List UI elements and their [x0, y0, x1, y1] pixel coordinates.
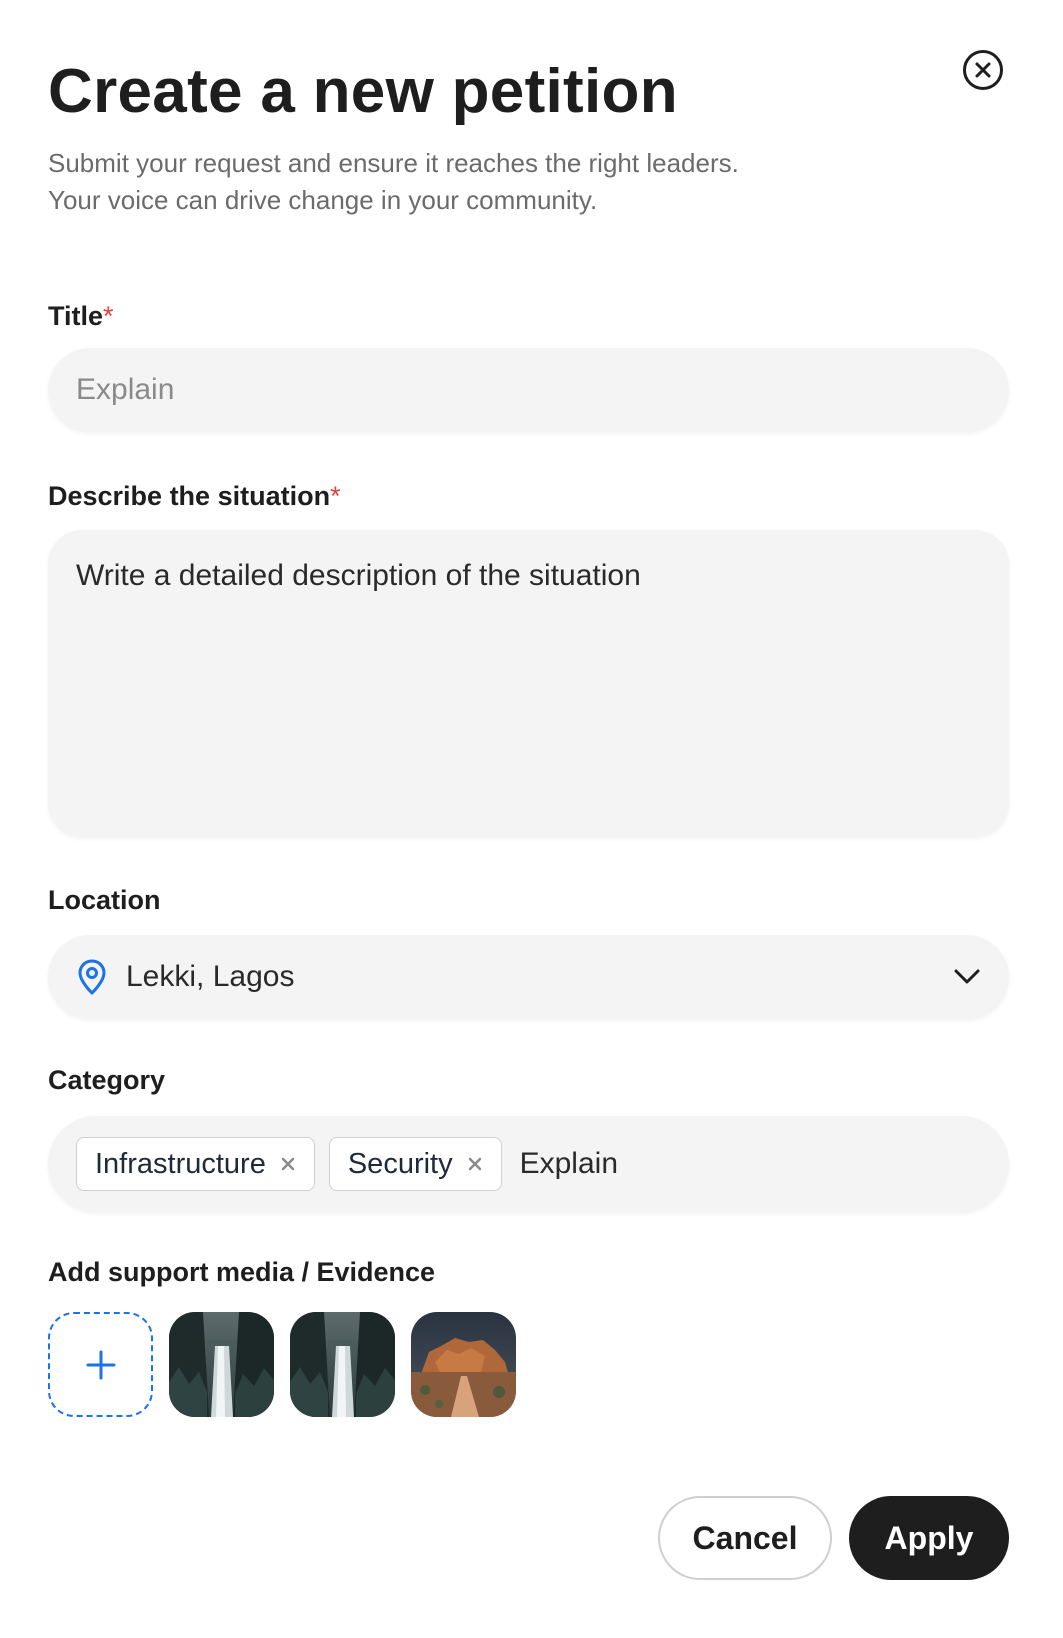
chevron-down-icon — [953, 968, 981, 986]
dialog-title: Create a new petition — [48, 57, 678, 126]
media-thumbnail-waterfall[interactable] — [290, 1312, 395, 1417]
category-tag-infrastructure: Infrastructure — [76, 1137, 315, 1191]
description-placeholder: Write a detailed description of the situ… — [76, 559, 641, 592]
required-mark: * — [103, 301, 114, 331]
category-input-placeholder: Explain — [519, 1147, 619, 1180]
location-pin-icon — [76, 958, 108, 996]
close-button[interactable] — [963, 50, 1003, 90]
dialog-subtitle-line-2: Your voice can drive change in your comm… — [48, 185, 598, 215]
description-textarea[interactable]: Write a detailed description of the situ… — [48, 530, 1009, 837]
apply-button[interactable]: Apply — [849, 1496, 1009, 1580]
add-media-button[interactable] — [48, 1312, 153, 1417]
category-label: Category — [48, 1065, 166, 1095]
title-label-text: Title — [48, 301, 104, 331]
close-icon — [281, 1157, 295, 1171]
category-tag-security: Security — [328, 1137, 502, 1191]
media-thumbnail-waterfall[interactable] — [169, 1312, 274, 1417]
location-value: Lekki, Lagos — [126, 960, 295, 993]
location-select[interactable]: Lekki, Lagos — [48, 935, 1009, 1019]
create-petition-dialog: Create a new petition Submit your reques… — [0, 0, 1063, 1638]
tag-label: Infrastructure — [95, 1147, 266, 1180]
description-label: Describe the situation* — [48, 478, 341, 514]
location-label: Location — [48, 885, 161, 915]
close-icon — [468, 1157, 481, 1171]
title-label: Title* — [48, 298, 114, 334]
media-thumbnail-desert-rock[interactable] — [411, 1312, 516, 1417]
tag-label: Security — [347, 1147, 453, 1180]
title-input-placeholder: Explain — [76, 373, 175, 406]
plus-icon — [86, 1350, 115, 1379]
title-input[interactable]: Explain — [48, 348, 1009, 432]
cancel-button[interactable]: Cancel — [658, 1496, 832, 1580]
remove-tag-button[interactable] — [278, 1154, 298, 1174]
dialog-subtitle-line-1: Submit your request and ensure it reache… — [48, 148, 739, 178]
required-mark: * — [330, 481, 341, 511]
media-label: Add support media / Evidence — [48, 1257, 436, 1287]
close-icon — [975, 62, 991, 78]
remove-tag-button[interactable] — [465, 1154, 485, 1174]
category-tag-input[interactable]: Infrastructure Security Explain — [48, 1116, 1009, 1212]
description-label-text: Describe the situation — [48, 481, 331, 511]
media-list — [48, 1312, 516, 1417]
